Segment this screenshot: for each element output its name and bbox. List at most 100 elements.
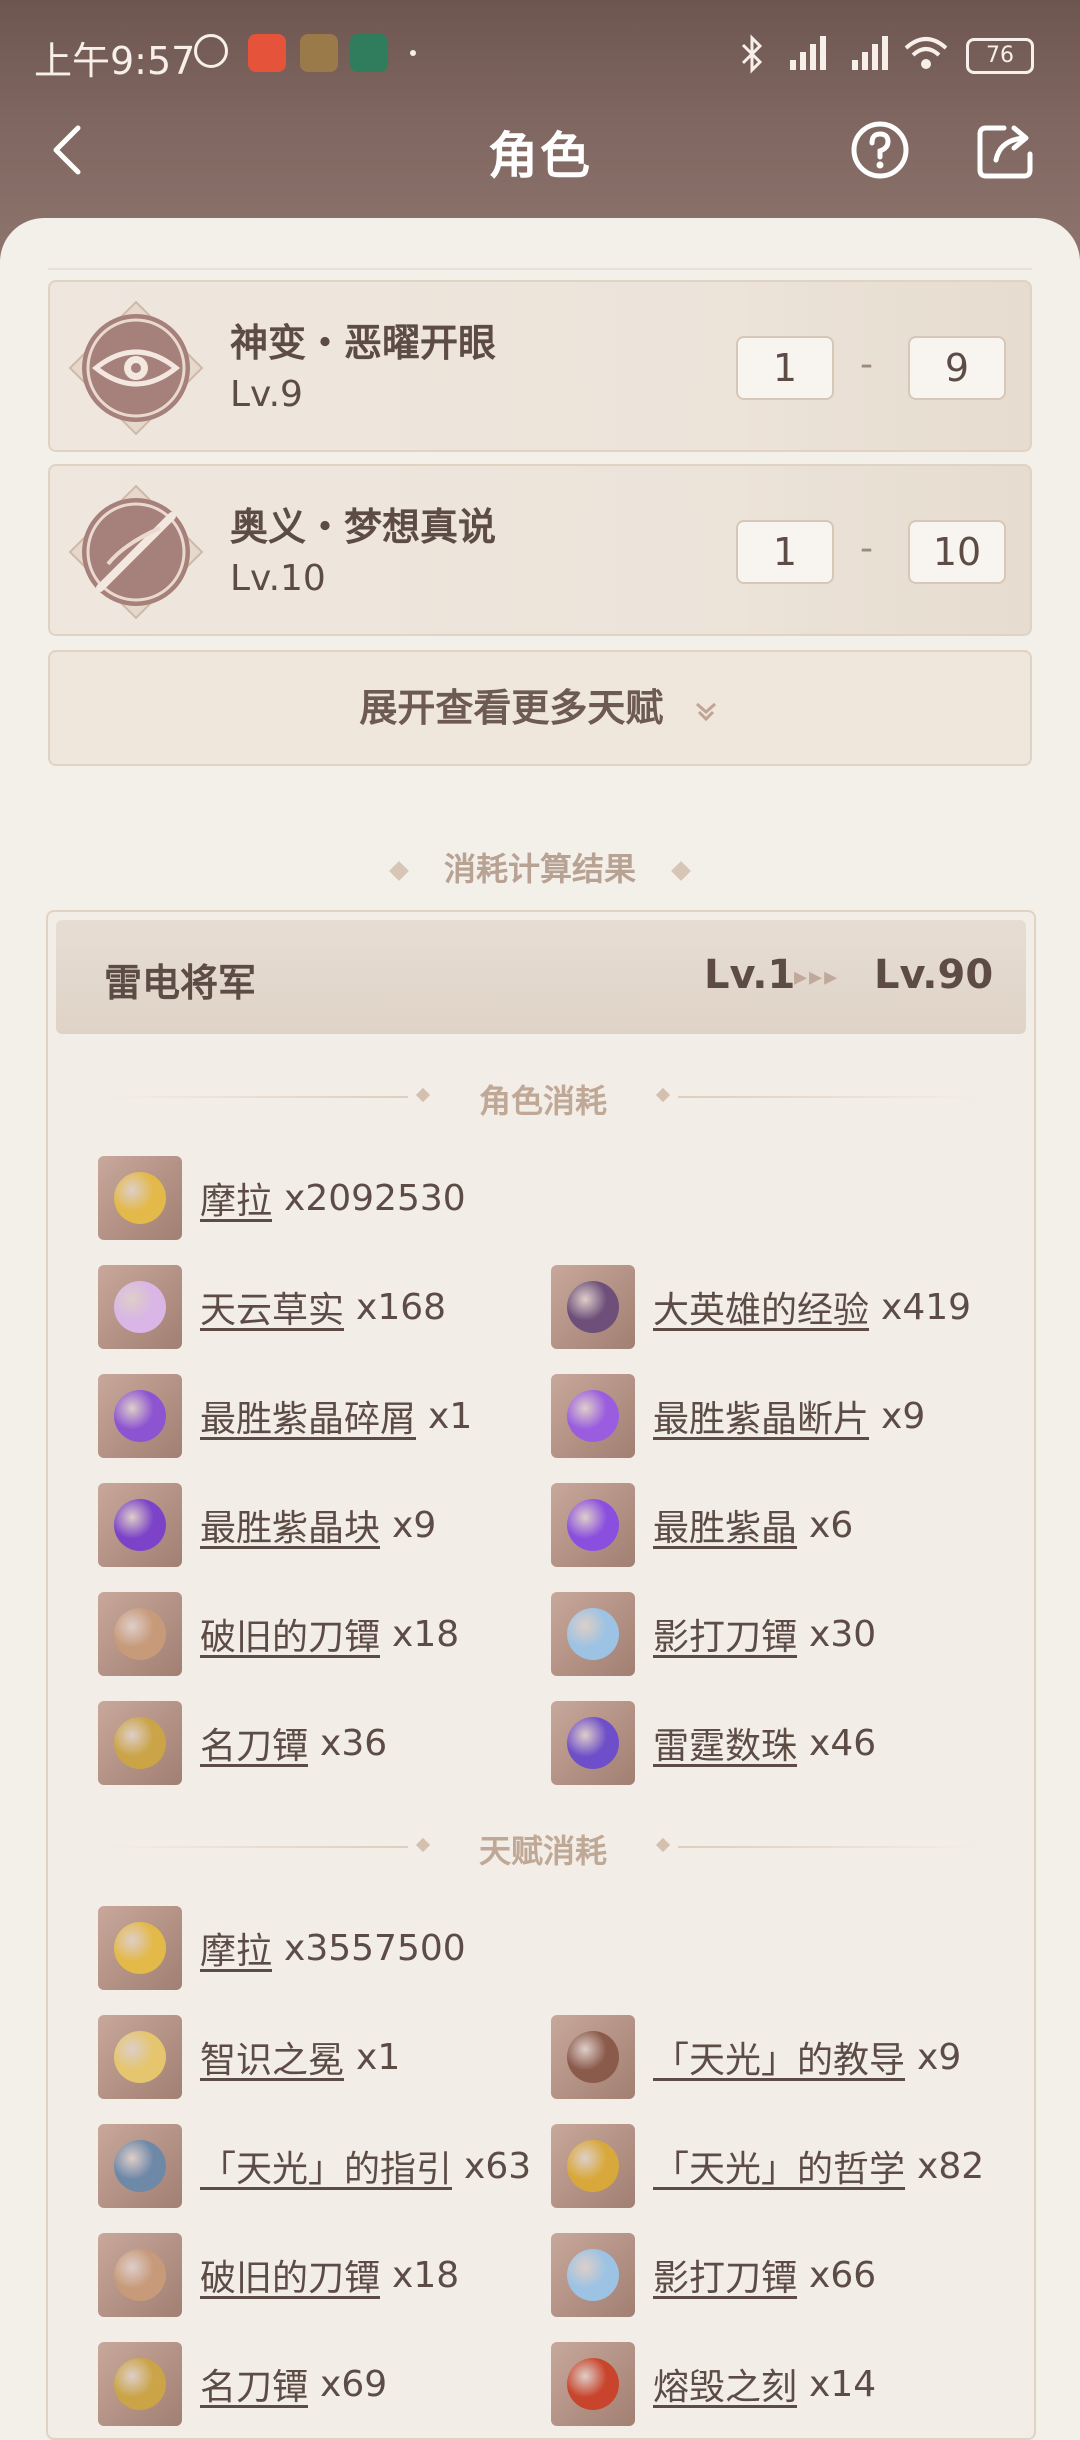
material-gem-icon — [567, 1281, 619, 1333]
wifi-icon — [904, 37, 948, 69]
material-quantity: x9 — [881, 1395, 926, 1437]
material-gem-icon — [114, 2140, 166, 2192]
material-name-link[interactable]: 名刀镡 — [200, 1717, 308, 1769]
material-quantity: x63 — [464, 2145, 532, 2187]
material-item[interactable]: 最胜紫晶块 x9 — [98, 1481, 436, 1569]
talent-cost-divider: 天赋消耗 — [108, 1826, 978, 1870]
material-gem-icon — [567, 1499, 619, 1551]
material-item[interactable]: 「天光」的教导 x9 — [551, 2013, 961, 2101]
material-item[interactable]: 「天光」的指引 x63 — [98, 2122, 531, 2210]
material-item[interactable]: 破旧的刀镡 x18 — [98, 1590, 459, 1678]
material-gem-icon — [114, 1922, 166, 1974]
character-name: 雷电将军 — [104, 961, 257, 1005]
material-name-link[interactable]: 雷霆数珠 — [653, 1717, 797, 1769]
material-quantity: x6 — [809, 1504, 854, 1546]
material-quantity: x9 — [917, 2036, 962, 2078]
material-gem-icon — [567, 2249, 619, 2301]
material-name-link[interactable]: 熔毁之刻 — [653, 2358, 797, 2410]
talent-from-level-input[interactable]: 1 — [736, 520, 834, 584]
material-icon — [98, 1374, 182, 1458]
eye-emblem-icon — [68, 300, 204, 436]
diamond-ornament-icon — [415, 1837, 431, 1853]
share-button[interactable] — [976, 120, 1036, 180]
result-header: 雷电将军 Lv.1 ▸▸▸ Lv.90 — [56, 920, 1026, 1034]
material-name-link[interactable]: 最胜紫晶块 — [200, 1499, 380, 1551]
talent-level: Lv.9 — [230, 374, 303, 415]
talent-name: 奥义・梦想真说 — [230, 505, 497, 549]
chevron-down-icon — [695, 702, 716, 721]
expand-label: 展开查看更多天赋 — [359, 686, 664, 730]
material-name-link[interactable]: 名刀镡 — [200, 2358, 308, 2410]
from-level: Lv.1 — [704, 952, 796, 998]
material-icon — [98, 2124, 182, 2208]
material-name-link[interactable]: 摩拉 — [200, 1922, 272, 1974]
material-name-link[interactable]: 影打刀镡 — [653, 1608, 797, 1660]
to-level: Lv.90 — [874, 952, 994, 998]
material-icon — [551, 1592, 635, 1676]
content-sheet: 神变・恶曜开眼 Lv.9 1 - 9 奥义・梦想真说 Lv.10 1 - 10 … — [0, 218, 1080, 2440]
store-notification-icon — [350, 34, 388, 72]
material-item[interactable]: 摩拉 x3557500 — [98, 1904, 466, 1992]
material-item[interactable]: 最胜紫晶 x6 — [551, 1481, 853, 1569]
material-quantity: x18 — [392, 1613, 460, 1655]
material-item[interactable]: 天云草实 x168 — [98, 1263, 446, 1351]
material-item[interactable]: 大英雄的经验 x419 — [551, 1263, 971, 1351]
material-quantity: x2092530 — [284, 1177, 466, 1219]
status-time: 上午9:57 — [34, 39, 196, 83]
battery-indicator: 76 — [966, 38, 1034, 74]
material-gem-icon — [114, 1390, 166, 1442]
talent-to-level-input[interactable]: 9 — [908, 336, 1006, 400]
material-quantity: x1 — [428, 1395, 473, 1437]
sword-emblem-icon — [68, 484, 204, 620]
material-name-link[interactable]: 最胜紫晶 — [653, 1499, 797, 1551]
page-title: 角色 — [488, 127, 592, 185]
expand-talents-button[interactable]: 展开查看更多天赋 — [48, 650, 1032, 766]
material-name-link[interactable]: 影打刀镡 — [653, 2249, 797, 2301]
material-item[interactable]: 名刀镡 x36 — [98, 1699, 387, 1787]
material-name-link[interactable]: 摩拉 — [200, 1172, 272, 1224]
diamond-ornament-icon — [389, 861, 409, 881]
material-gem-icon — [114, 1608, 166, 1660]
talent-cost-title: 天赋消耗 — [478, 1832, 607, 1870]
game-notification-icon — [300, 34, 338, 72]
material-name-link[interactable]: 最胜紫晶碎屑 — [200, 1390, 416, 1442]
material-item[interactable]: 名刀镡 x69 — [98, 2340, 387, 2428]
help-button[interactable] — [850, 120, 910, 180]
material-icon — [551, 1701, 635, 1785]
talent-to-level-input[interactable]: 10 — [908, 520, 1006, 584]
material-icon — [98, 1701, 182, 1785]
character-cost-divider: 角色消耗 — [108, 1076, 978, 1120]
material-gem-icon — [567, 2358, 619, 2410]
material-name-link[interactable]: 最胜紫晶断片 — [653, 1390, 869, 1442]
material-name-link[interactable]: 破旧的刀镡 — [200, 2249, 380, 2301]
material-item[interactable]: 影打刀镡 x66 — [551, 2231, 876, 2319]
material-item[interactable]: 「天光」的哲学 x82 — [551, 2122, 984, 2210]
material-icon — [98, 2233, 182, 2317]
material-item[interactable]: 最胜紫晶断片 x9 — [551, 1372, 925, 1460]
material-name-link[interactable]: 「天光」的哲学 — [653, 2140, 905, 2192]
material-item[interactable]: 摩拉 x2092530 — [98, 1154, 466, 1242]
material-quantity: x9 — [392, 1504, 437, 1546]
material-name-link[interactable]: 破旧的刀镡 — [200, 1608, 380, 1660]
material-name-link[interactable]: 天云草实 — [200, 1281, 344, 1333]
material-item[interactable]: 影打刀镡 x30 — [551, 1590, 876, 1678]
material-icon — [551, 1265, 635, 1349]
material-quantity: x82 — [917, 2145, 985, 2187]
material-name-link[interactable]: 大英雄的经验 — [653, 1281, 869, 1333]
material-name-link[interactable]: 智识之冕 — [200, 2031, 344, 2083]
material-item[interactable]: 破旧的刀镡 x18 — [98, 2231, 459, 2319]
talent-from-level-input[interactable]: 1 — [736, 336, 834, 400]
material-item[interactable]: 雷霆数珠 x46 — [551, 1699, 876, 1787]
material-icon — [98, 1483, 182, 1567]
material-name-link[interactable]: 「天光」的教导 — [653, 2031, 905, 2083]
material-icon — [551, 1374, 635, 1458]
material-item[interactable]: 智识之冕 x1 — [98, 2013, 400, 2101]
nav-bar: 角色 — [0, 108, 1080, 192]
material-gem-icon — [114, 1499, 166, 1551]
material-item[interactable]: 最胜紫晶碎屑 x1 — [98, 1372, 472, 1460]
material-name-link[interactable]: 「天光」的指引 — [200, 2140, 452, 2192]
talent-level: Lv.10 — [230, 558, 326, 599]
more-notifications-icon — [410, 50, 416, 56]
material-quantity: x46 — [809, 1722, 877, 1764]
material-item[interactable]: 熔毁之刻 x14 — [551, 2340, 876, 2428]
